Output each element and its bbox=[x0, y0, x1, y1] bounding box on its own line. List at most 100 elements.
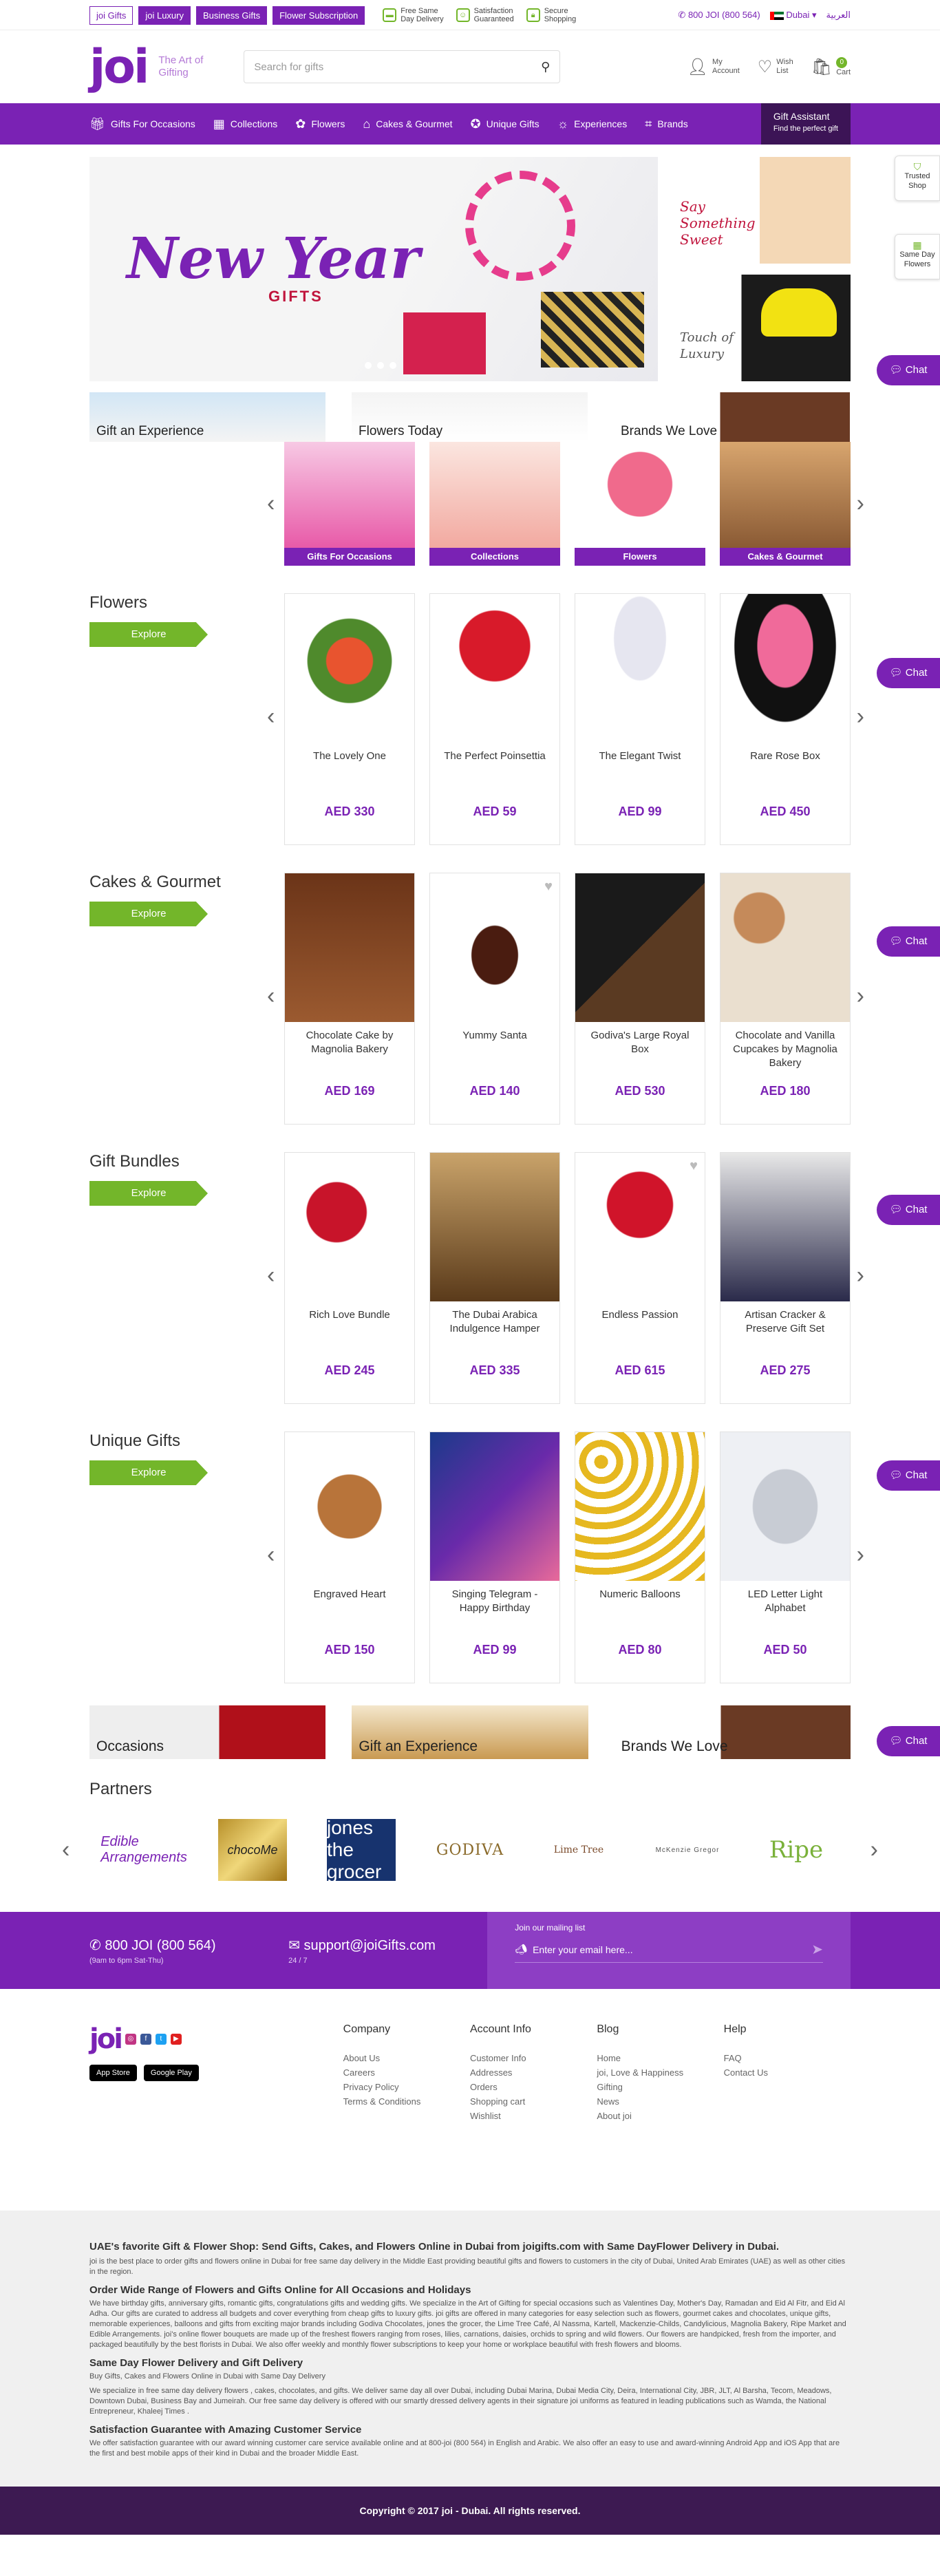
prev-arrow[interactable]: ‹ bbox=[267, 983, 275, 1010]
banner-gift-experience[interactable]: Gift an Experience bbox=[352, 1705, 588, 1759]
footer-logo[interactable]: joi bbox=[89, 2023, 123, 2055]
partners-next-arrow[interactable]: › bbox=[870, 1837, 878, 1864]
category-card[interactable]: Collections bbox=[429, 442, 560, 566]
explore-button[interactable]: Explore bbox=[89, 902, 208, 926]
slider-dot[interactable] bbox=[389, 362, 396, 369]
youtube-icon[interactable]: ▶ bbox=[170, 2034, 182, 2045]
product-card[interactable]: ♥ Endless Passion AED 615 bbox=[575, 1152, 705, 1404]
slider-dots[interactable] bbox=[365, 362, 396, 369]
partners-prev-arrow[interactable]: ‹ bbox=[62, 1837, 70, 1864]
country-selector[interactable]: Dubai ▾ bbox=[769, 10, 816, 21]
product-card[interactable]: ♥ Yummy Santa AED 140 bbox=[429, 873, 560, 1125]
carousel-prev-arrow[interactable]: ‹ bbox=[267, 491, 275, 518]
partner-logo[interactable]: GODIVA bbox=[436, 1819, 504, 1881]
logo[interactable]: joi bbox=[89, 40, 149, 94]
partner-logo[interactable]: Ripe bbox=[762, 1819, 831, 1881]
product-card[interactable]: Chocolate and Vanilla Cupcakes by Magnol… bbox=[720, 873, 851, 1125]
gift-assistant-button[interactable]: Gift Assistant Find the perfect gift bbox=[760, 103, 851, 145]
category-card[interactable]: Flowers bbox=[575, 442, 705, 566]
product-card[interactable]: Chocolate Cake by Magnolia Bakery AED 169 bbox=[284, 873, 415, 1125]
instagram-icon[interactable]: ◎ bbox=[125, 2034, 136, 2045]
carousel-next-arrow[interactable]: › bbox=[857, 491, 864, 518]
same-day-flowers-badge[interactable]: ▦ Same Day Flowers bbox=[895, 234, 940, 279]
product-card[interactable]: The Perfect Poinsettia AED 59 bbox=[429, 593, 560, 845]
footer-link[interactable]: joi, Love & Happiness bbox=[597, 2065, 723, 2080]
promo-say-something-sweet[interactable]: Say Something Sweet bbox=[669, 157, 851, 264]
app-store-badge[interactable]: App Store bbox=[89, 2065, 137, 2081]
partner-logo[interactable]: jones the grocer bbox=[327, 1817, 396, 1882]
product-card[interactable]: The Elegant Twist AED 99 bbox=[575, 593, 705, 845]
footer-link[interactable]: Terms & Conditions bbox=[343, 2094, 470, 2109]
partner-logo[interactable]: Edible Arrangements bbox=[100, 1819, 187, 1881]
footer-link[interactable]: Careers bbox=[343, 2065, 470, 2080]
next-arrow[interactable]: › bbox=[857, 1262, 864, 1289]
trusted-shop-badge[interactable]: ⛉ Trusted Shop bbox=[895, 156, 940, 201]
slider-dot[interactable] bbox=[365, 362, 372, 369]
banner-gift-experience[interactable]: Gift an Experience bbox=[89, 392, 325, 442]
footer-link[interactable]: About Us bbox=[343, 2051, 470, 2065]
google-play-badge[interactable]: Google Play bbox=[143, 2065, 199, 2081]
tab-business-gifts[interactable]: Business Gifts bbox=[195, 6, 268, 25]
product-card[interactable]: The Dubai Arabica Indulgence Hamper AED 3… bbox=[429, 1152, 560, 1404]
explore-button[interactable]: Explore bbox=[89, 1460, 208, 1485]
my-account-link[interactable]: 👤︎ My Account bbox=[687, 58, 740, 76]
nav-experiences[interactable]: ☼ Experiences bbox=[557, 117, 628, 131]
footer-link[interactable]: Wishlist bbox=[470, 2109, 597, 2123]
product-card[interactable]: Godiva's Large Royal Box AED 530 bbox=[575, 873, 705, 1125]
tab-flower-subscription[interactable]: Flower Subscription bbox=[273, 6, 365, 25]
footer-link[interactable]: Addresses bbox=[470, 2065, 597, 2080]
nav-cakes-gourmet[interactable]: ⌂ Cakes & Gourmet bbox=[363, 117, 452, 131]
nav-gifts-for-occasions[interactable]: 🎁︎ Gifts For Occasions bbox=[89, 117, 195, 131]
search-icon[interactable]: ⚲ bbox=[541, 60, 550, 74]
footer-link[interactable]: Contact Us bbox=[724, 2065, 851, 2080]
footer-link[interactable]: Home bbox=[597, 2051, 723, 2065]
next-arrow[interactable]: › bbox=[857, 703, 864, 730]
twitter-icon[interactable]: t bbox=[155, 2034, 167, 2045]
footer-link[interactable]: About joi bbox=[597, 2109, 723, 2123]
footer-link[interactable]: FAQ bbox=[724, 2051, 851, 2065]
explore-button[interactable]: Explore bbox=[89, 622, 208, 647]
partner-logo[interactable]: chocoMe bbox=[218, 1819, 287, 1881]
product-card[interactable]: Engraved Heart AED 150 bbox=[284, 1431, 415, 1683]
nav-brands[interactable]: ⌗ Brands bbox=[645, 117, 688, 131]
banner-brands-we-love[interactable]: Brands We Love bbox=[614, 392, 850, 442]
send-icon[interactable]: ➤ bbox=[811, 1941, 823, 1958]
language-switch[interactable]: العربية bbox=[826, 10, 851, 21]
footer-link[interactable]: Orders bbox=[470, 2080, 597, 2094]
product-card[interactable]: Artisan Cracker & Preserve Gift Set AED 2… bbox=[720, 1152, 851, 1404]
product-card[interactable]: Rare Rose Box AED 450 bbox=[720, 593, 851, 845]
phone-link[interactable]: ✆ 800 JOI (800 564) bbox=[678, 10, 760, 21]
explore-button[interactable]: Explore bbox=[89, 1181, 208, 1206]
slider-dot[interactable] bbox=[377, 362, 384, 369]
category-card[interactable]: Gifts For Occasions bbox=[284, 442, 415, 566]
tab-joi-gifts[interactable]: joi Gifts bbox=[89, 6, 133, 25]
next-arrow[interactable]: › bbox=[857, 983, 864, 1010]
product-card[interactable]: Numeric Balloons AED 80 bbox=[575, 1431, 705, 1683]
product-card[interactable]: Rich Love Bundle AED 245 bbox=[284, 1152, 415, 1404]
prev-arrow[interactable]: ‹ bbox=[267, 1542, 275, 1568]
product-card[interactable]: LED Letter Light Alphabet AED 50 bbox=[720, 1431, 851, 1683]
tab-joi-luxury[interactable]: joi Luxury bbox=[138, 6, 191, 25]
footer-link[interactable]: Customer Info bbox=[470, 2051, 597, 2065]
contact-email[interactable]: ✉ support@joiGifts.com 24 / 7 bbox=[288, 1937, 487, 1965]
next-arrow[interactable]: › bbox=[857, 1542, 864, 1568]
product-card[interactable]: The Lovely One AED 330 bbox=[284, 593, 415, 845]
product-card[interactable]: Singing Telegram - Happy Birthday AED 99 bbox=[429, 1431, 560, 1683]
banner-brands-we-love[interactable]: Brands We Love bbox=[614, 1705, 851, 1759]
partner-logo[interactable]: McKenzie Gregor bbox=[653, 1819, 722, 1881]
hero-slider[interactable]: New Year GIFTS bbox=[89, 157, 658, 381]
cart-link[interactable]: 🛍︎ 0 Cart bbox=[811, 56, 851, 77]
footer-link[interactable]: Gifting bbox=[597, 2080, 723, 2094]
footer-link[interactable]: News bbox=[597, 2094, 723, 2109]
category-card[interactable]: Cakes & Gourmet bbox=[720, 442, 851, 566]
search-input[interactable]: Search for gifts ⚲ bbox=[244, 50, 561, 83]
wishlist-heart-icon[interactable]: ♥ bbox=[544, 879, 553, 895]
nav-flowers[interactable]: ✿ Flowers bbox=[295, 117, 345, 131]
footer-link[interactable]: Privacy Policy bbox=[343, 2080, 470, 2094]
prev-arrow[interactable]: ‹ bbox=[267, 1262, 275, 1289]
partner-logo[interactable]: Lime Tree bbox=[544, 1819, 613, 1881]
nav-collections[interactable]: ▦ Collections bbox=[213, 117, 278, 131]
prev-arrow[interactable]: ‹ bbox=[267, 703, 275, 730]
facebook-icon[interactable]: f bbox=[140, 2034, 151, 2045]
wishlist-heart-icon[interactable]: ♥ bbox=[690, 1158, 698, 1174]
